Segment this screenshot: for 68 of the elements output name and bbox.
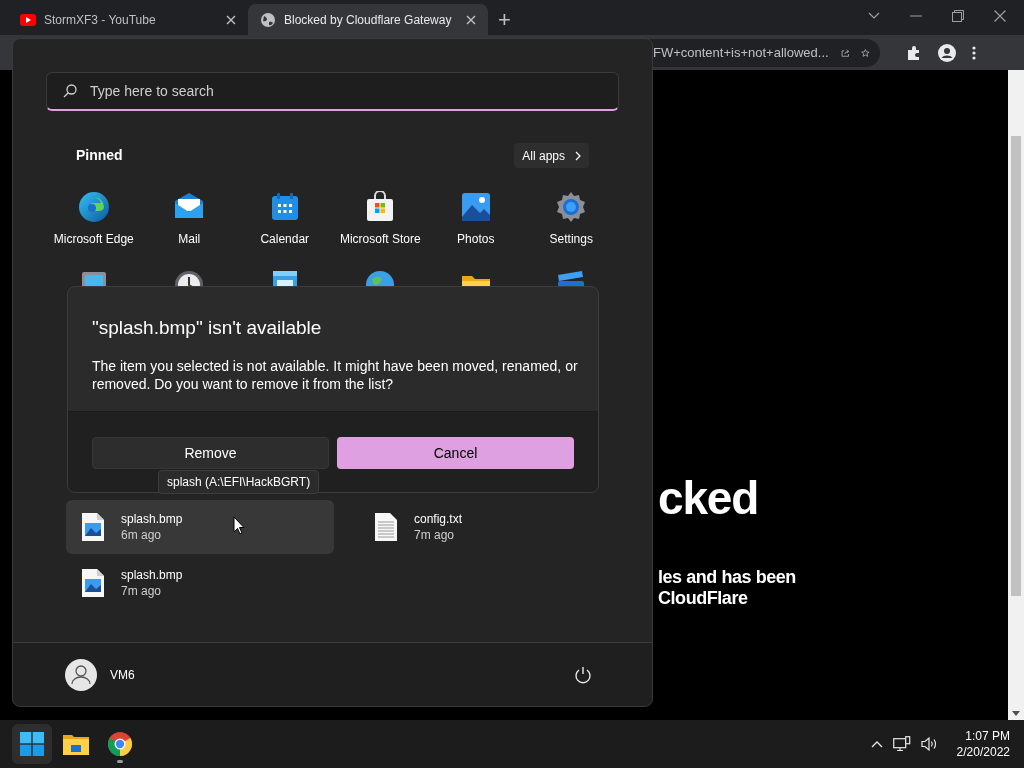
image-file-icon: [81, 512, 105, 542]
pinned-app[interactable]: Settings: [523, 189, 619, 249]
chevron-down-icon[interactable]: [868, 11, 880, 20]
user-button[interactable]: VM6: [53, 654, 147, 695]
browser-tab[interactable]: StormXF3 - YouTube: [8, 4, 248, 35]
file-time: 7m ago: [414, 527, 456, 543]
page-text: CloudFlare: [658, 588, 749, 609]
page-text: les and has been: [658, 567, 797, 588]
pinned-app[interactable]: Mail: [141, 189, 237, 249]
chevron-right-icon: [575, 150, 581, 161]
close-icon[interactable]: [226, 14, 236, 25]
settings-icon: [555, 191, 588, 223]
profile-icon[interactable]: [938, 43, 956, 62]
more-icon[interactable]: [972, 45, 976, 60]
chrome-icon: [108, 732, 132, 756]
avatar-icon: [65, 658, 97, 691]
chevron-up-icon[interactable]: [870, 740, 883, 748]
file-name: splash.bmp: [121, 567, 183, 583]
search-field[interactable]: Type here to search: [46, 72, 619, 111]
scrollbar[interactable]: [1008, 70, 1024, 720]
time-text: 1:07 PM: [965, 728, 1010, 744]
restore-icon[interactable]: [952, 9, 964, 22]
recent-file[interactable]: config.txt 7m ago: [359, 500, 627, 554]
dialog-title: "splash.bmp" isn't available: [92, 316, 323, 340]
taskbar-button[interactable]: [12, 724, 52, 764]
section-title: Pinned: [76, 146, 123, 165]
windows-logo-icon: [20, 732, 44, 756]
pinned-app[interactable]: Calendar: [237, 189, 333, 249]
globe-icon: [260, 11, 276, 28]
recent-file[interactable]: splash.bmp 7m ago: [66, 556, 334, 610]
puzzle-icon[interactable]: [906, 44, 922, 61]
photos-icon: [459, 191, 492, 223]
running-indicator: [117, 760, 123, 763]
file-name: splash.bmp: [121, 511, 183, 527]
file-time: 7m ago: [121, 583, 163, 599]
browser-tab[interactable]: Blocked by Cloudflare Gateway: [248, 4, 488, 35]
cancel-button[interactable]: Cancel: [337, 437, 574, 469]
speaker-icon[interactable]: [920, 736, 939, 752]
folder-icon: [63, 733, 89, 755]
dialog-message: The item you selected is not available. It might have been moved, renamed, or removed. Do you want to remove it from the list?: [92, 356, 579, 393]
cursor-icon: [233, 516, 245, 535]
edge-icon: [77, 191, 110, 223]
new-tab-button[interactable]: +: [498, 9, 511, 31]
tooltip: splash (A:\EFI\HackBGRT): [158, 470, 320, 494]
close-icon[interactable]: [994, 9, 1006, 22]
recent-file[interactable]: splash.bmp 6m ago: [66, 500, 334, 554]
scroll-down-icon[interactable]: [1012, 711, 1020, 716]
power-icon[interactable]: [574, 665, 592, 684]
all-apps-button[interactable]: All apps: [514, 143, 589, 168]
text-file-icon: [374, 512, 398, 542]
play-logo-icon: [20, 13, 36, 26]
search-icon: [63, 84, 77, 98]
tab-title: StormXF3 - YouTube: [44, 11, 157, 29]
tab-title: Blocked by Cloudflare Gateway: [284, 11, 453, 29]
url-text: FW+content+is+not+allowed...: [653, 43, 829, 62]
file-name: config.txt: [414, 511, 463, 527]
page-heading: cked: [658, 475, 760, 521]
pinned-app[interactable]: Microsoft Edge: [46, 189, 142, 249]
close-icon[interactable]: [466, 14, 476, 25]
pinned-app[interactable]: Microsoft Store: [332, 189, 428, 249]
pinned-app[interactable]: Photos: [428, 189, 524, 249]
network-icon[interactable]: [892, 736, 911, 752]
clock[interactable]: 1:07 PM 2/20/2022: [956, 728, 1010, 760]
remove-button[interactable]: Remove: [92, 437, 329, 469]
date-text: 2/20/2022: [956, 744, 1010, 760]
image-file-icon: [81, 568, 105, 598]
file-time: 6m ago: [121, 527, 163, 543]
minimize-icon[interactable]: [910, 14, 922, 17]
